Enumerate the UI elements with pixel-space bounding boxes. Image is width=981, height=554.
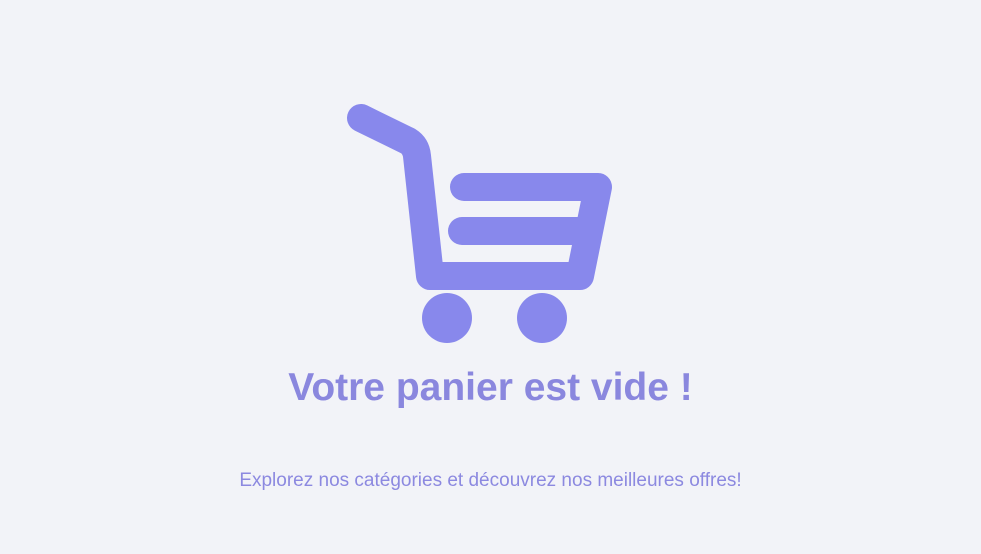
cart-body	[347, 104, 612, 290]
empty-cart-subtitle: Explorez nos catégories et découvrez nos…	[239, 470, 742, 491]
empty-cart-title: Votre panier est vide !	[288, 366, 693, 409]
cart-wheel-left	[422, 293, 472, 343]
cart-wheel-right	[517, 293, 567, 343]
